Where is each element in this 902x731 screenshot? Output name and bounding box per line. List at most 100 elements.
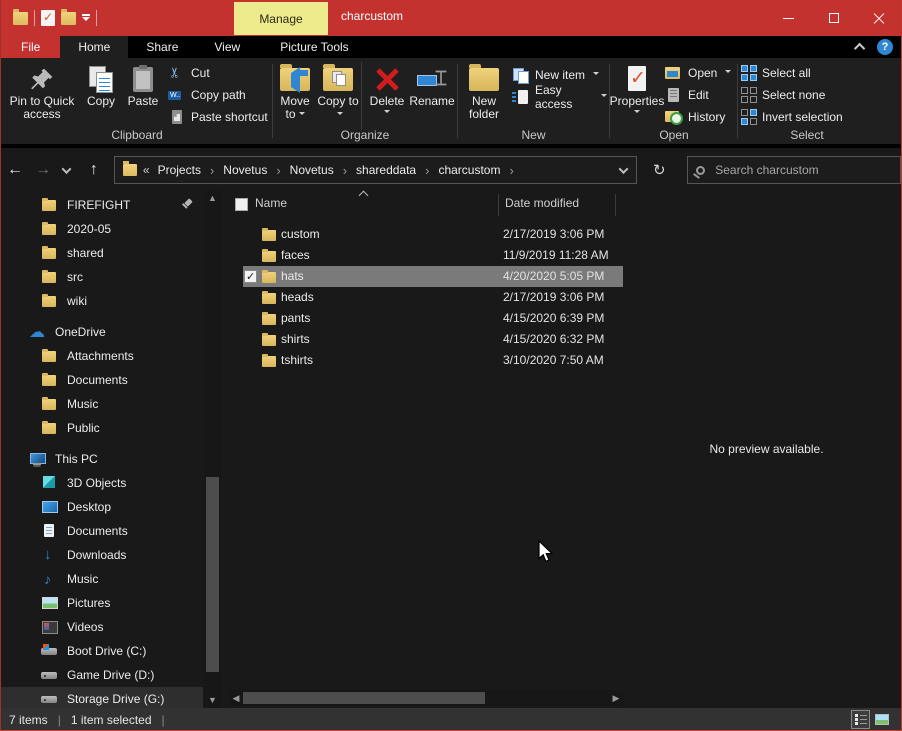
sidebar-scrollbar[interactable]: ▲ ▼ [204,190,221,708]
navigation-pane: FIREFIGHT 2020-05 shared src [1,190,203,708]
select-all-checkbox[interactable] [235,198,248,211]
select-all-button[interactable]: Select all [741,62,811,84]
search-box[interactable] [687,156,901,184]
sidebar-item[interactable]: shared [1,241,203,265]
row-checkbox[interactable] [244,270,257,283]
file-list-horizontal-scrollbar[interactable]: ◀ ▶ [229,690,623,706]
back-icon[interactable]: ← [1,161,29,179]
sidebar-item-icon [41,475,59,491]
new-folder-icon[interactable] [61,12,76,25]
chevron-right-icon[interactable]: › [203,163,221,178]
breadcrumb-segment[interactable]: Projects › [156,163,222,178]
column-divider[interactable] [498,194,499,216]
scroll-down-icon[interactable]: ▼ [204,692,221,708]
maximize-button[interactable] [811,0,856,36]
table-row[interactable]: tshirts 3/10/2020 7:50 AM [229,350,623,371]
copy-to-button[interactable]: Copy to [317,60,359,121]
help-icon[interactable]: ? [877,39,893,55]
sidebar-item[interactable]: Boot Drive (C:) [1,639,203,663]
sidebar-item[interactable]: Pictures [1,591,203,615]
manage-contextual-tab[interactable]: Manage [234,2,328,35]
column-divider[interactable] [615,194,616,216]
sidebar-item[interactable]: Game Drive (D:) [1,663,203,687]
copy-path-button[interactable]: Copy path [168,84,246,106]
details-view-button[interactable] [851,710,870,729]
invert-selection-button[interactable]: Invert selection [741,106,843,128]
tab-home[interactable]: Home [60,36,128,58]
scrollbar-thumb[interactable] [243,692,485,704]
minimize-button[interactable] [766,0,811,36]
sidebar-item[interactable]: Public [1,416,203,440]
select-none-button[interactable]: Select none [741,84,825,106]
close-button[interactable] [856,0,901,36]
tab-file[interactable]: File [1,36,60,58]
history-button[interactable]: History [665,106,725,128]
open-button[interactable]: Open [665,62,731,84]
sidebar-item[interactable]: Documents [1,519,203,543]
paste-shortcut-button[interactable]: Paste shortcut [168,106,268,128]
chevron-right-icon[interactable]: › [418,163,436,178]
up-icon[interactable]: ↑ [80,161,108,179]
tab-view[interactable]: View [196,36,258,58]
breadcrumb-overflow[interactable]: « [143,163,150,177]
breadcrumb-segment[interactable]: shareddata › [354,163,436,178]
sidebar-item[interactable]: OneDrive [1,320,203,344]
refresh-icon[interactable]: ↻ [645,157,673,183]
sidebar-item[interactable]: Desktop [1,495,203,519]
delete-button[interactable]: Delete [365,60,409,116]
easy-access-button[interactable]: Easy access [512,86,607,108]
address-dropdown-chevron-icon[interactable] [610,157,636,183]
group-label-select: Select [741,128,873,142]
sidebar-item[interactable]: Attachments [1,344,203,368]
scrollbar-thumb[interactable] [206,477,219,672]
breadcrumb[interactable]: « Projects › Novetus › Novetus › [114,156,637,184]
sidebar-item[interactable]: Downloads [1,543,203,567]
sidebar-item[interactable]: 3D Objects [1,471,203,495]
chevron-right-icon[interactable]: › [502,163,520,178]
sidebar-item[interactable]: This PC [1,447,203,471]
table-row[interactable]: custom 2/17/2019 3:06 PM [229,224,623,245]
tab-picture-tools[interactable]: Picture Tools [262,36,366,58]
copy-button[interactable]: Copy [81,60,121,108]
table-row[interactable]: hats 4/20/2020 5:05 PM [229,266,623,287]
sidebar-item[interactable]: wiki [1,289,203,313]
cut-button[interactable]: Cut [168,62,210,84]
sidebar-item[interactable]: Music [1,392,203,416]
search-input[interactable] [715,163,865,177]
scroll-up-icon[interactable]: ▲ [204,190,221,206]
sidebar-item[interactable]: 2020-05 [1,217,203,241]
edit-button[interactable]: Edit [665,84,709,106]
properties-icon[interactable] [41,10,55,26]
customize-qat-chevron-icon[interactable] [82,17,90,25]
sidebar-item[interactable]: Videos [1,615,203,639]
sidebar-item[interactable]: Music [1,567,203,591]
properties-button[interactable]: Properties [612,60,662,116]
scroll-right-icon[interactable]: ▶ [609,690,623,706]
pin-to-quick-access-button[interactable]: Pin to Quick access [5,60,79,121]
new-folder-icon[interactable] [13,12,28,25]
column-header-date-modified[interactable]: Date modified [505,196,579,210]
sidebar-item[interactable]: src [1,265,203,289]
table-row[interactable]: shirts 4/15/2020 6:32 PM [229,329,623,350]
column-header-name[interactable]: Name [255,196,287,210]
table-row[interactable]: pants 4/15/2020 6:39 PM [229,308,623,329]
scroll-left-icon[interactable]: ◀ [229,690,243,706]
breadcrumb-segment[interactable]: Novetus › [288,163,354,178]
sidebar-item[interactable]: Documents [1,368,203,392]
forward-icon[interactable]: → [29,161,57,179]
sidebar-item[interactable]: FIREFIGHT [1,193,203,217]
new-folder-button[interactable]: New folder [460,60,508,121]
recent-locations-chevron-icon[interactable] [61,164,71,174]
paste-button[interactable]: Paste [121,60,165,108]
sidebar-item[interactable]: Storage Drive (G:) [1,687,203,708]
chevron-right-icon[interactable]: › [269,163,287,178]
move-to-button[interactable]: Move to [275,60,315,121]
large-icons-view-button[interactable] [872,710,891,729]
breadcrumb-segment[interactable]: charcustom › [436,163,520,178]
table-row[interactable]: heads 2/17/2019 3:06 PM [229,287,623,308]
chevron-right-icon[interactable]: › [336,163,354,178]
rename-button[interactable]: Rename [409,60,455,108]
table-row[interactable]: faces 11/9/2019 11:28 AM [229,245,623,266]
tab-share[interactable]: Share [128,36,196,58]
breadcrumb-segment[interactable]: Novetus › [221,163,287,178]
